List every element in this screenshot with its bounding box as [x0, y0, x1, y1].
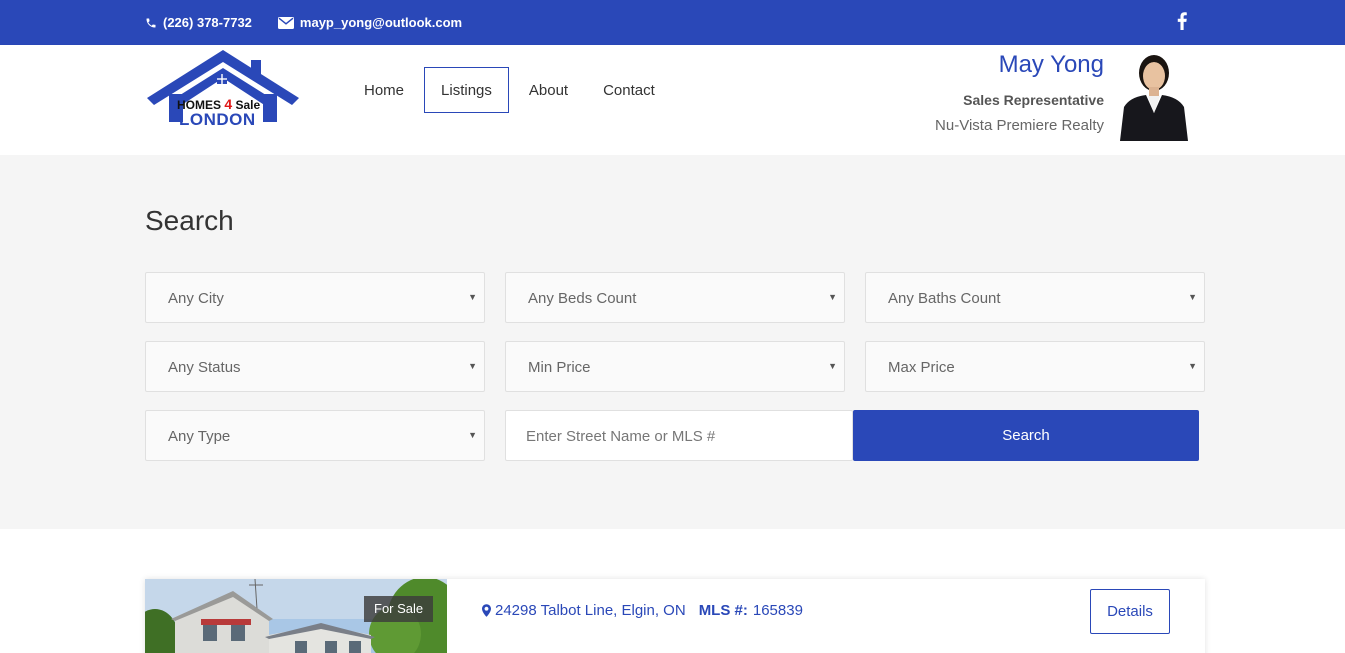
- type-select[interactable]: Any Type ▼: [145, 410, 485, 461]
- agent-company: Nu-Vista Premiere Realty: [935, 117, 1104, 134]
- mls-number: 165839: [752, 602, 803, 619]
- envelope-icon: [277, 16, 294, 29]
- caret-down-icon: ▼: [828, 361, 837, 371]
- phone-contact[interactable]: (226) 378-7732: [145, 15, 252, 30]
- caret-down-icon: ▼: [1188, 361, 1197, 371]
- listing-photo[interactable]: For Sale: [145, 579, 447, 653]
- street-mls-input[interactable]: Enter Street Name or MLS #: [505, 410, 853, 461]
- phone-number: (226) 378-7732: [163, 15, 252, 30]
- beds-select[interactable]: Any Beds Count ▼: [505, 272, 845, 323]
- baths-select[interactable]: Any Baths Count ▼: [865, 272, 1205, 323]
- min-price-select[interactable]: Min Price ▼: [505, 341, 845, 392]
- nav-about[interactable]: About: [514, 67, 583, 113]
- caret-down-icon: ▼: [468, 292, 477, 302]
- main-nav: Home Listings About Contact: [349, 67, 675, 113]
- caret-down-icon: ▼: [1188, 292, 1197, 302]
- phone-icon: [146, 18, 156, 27]
- city-select[interactable]: Any City ▼: [145, 272, 485, 323]
- logo-line2: LONDON: [179, 110, 256, 129]
- search-button[interactable]: Search: [853, 410, 1199, 461]
- listing-address[interactable]: 24298 Talbot Line, Elgin, ON MLS #: 1658…: [482, 602, 803, 619]
- top-bar: (226) 378-7732 mayp_yong@outlook.com: [0, 0, 1345, 45]
- contact-info: (226) 378-7732 mayp_yong@outlook.com: [145, 0, 488, 45]
- status-select[interactable]: Any Status ▼: [145, 341, 485, 392]
- search-title: Search: [145, 205, 234, 236]
- caret-down-icon: ▼: [468, 361, 477, 371]
- agent-photo: [1114, 51, 1194, 141]
- nav-home[interactable]: Home: [349, 67, 419, 113]
- search-section: Search Any City ▼ Any Beds Count ▼ Any B…: [0, 155, 1345, 529]
- agent-name: May Yong: [998, 51, 1104, 78]
- map-marker-icon: [482, 604, 491, 617]
- nav-listings[interactable]: Listings: [424, 67, 509, 113]
- mls-label: MLS #:: [698, 602, 748, 619]
- status-badge: For Sale: [364, 596, 434, 622]
- caret-down-icon: ▼: [828, 292, 837, 302]
- caret-down-icon: ▼: [468, 430, 477, 440]
- site-header: HOMES 4 Sale LONDON Home Listings About …: [0, 45, 1345, 155]
- nav-contact[interactable]: Contact: [588, 67, 670, 113]
- agent-info: May Yong Sales Representative Nu-Vista P…: [935, 50, 1104, 134]
- agent-role: Sales Representative: [963, 92, 1104, 108]
- facebook-icon[interactable]: [1176, 12, 1188, 30]
- email-address: mayp_yong@outlook.com: [299, 15, 463, 30]
- listing-card: For Sale 24298 Talbot Line, Elgin, ON ML…: [145, 579, 1205, 653]
- address-text: 24298 Talbot Line, Elgin, ON: [495, 602, 686, 619]
- details-button[interactable]: Details: [1090, 589, 1170, 634]
- site-logo[interactable]: HOMES 4 Sale LONDON: [147, 50, 299, 129]
- max-price-select[interactable]: Max Price ▼: [865, 341, 1205, 392]
- email-contact[interactable]: mayp_yong@outlook.com: [277, 15, 463, 30]
